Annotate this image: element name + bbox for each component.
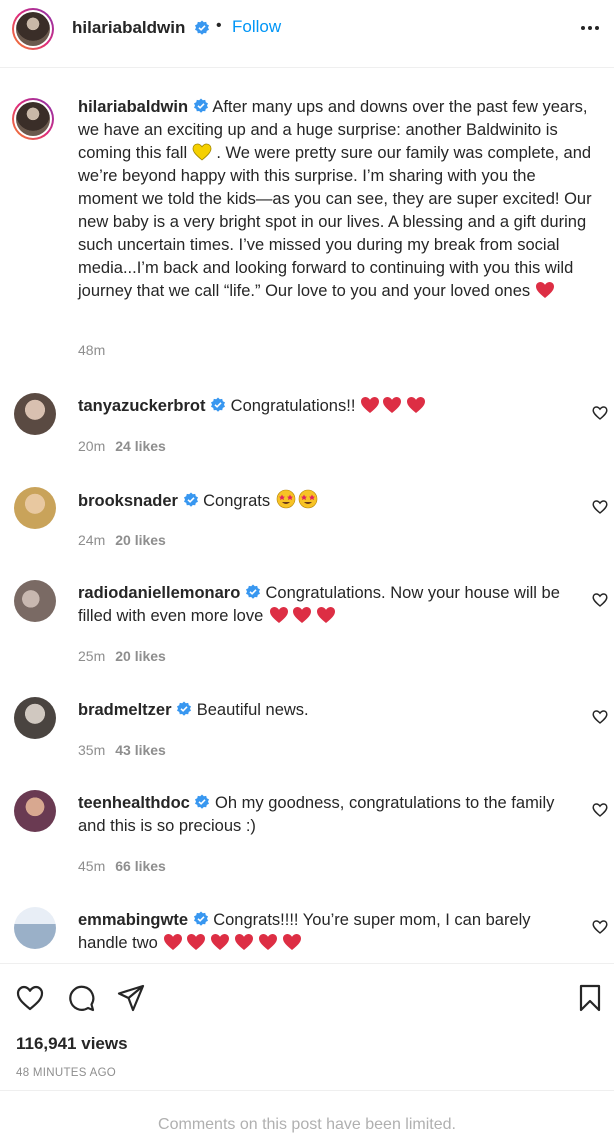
comment-text: tanyazuckerbrot Congratulations!! [78, 395, 578, 418]
comment-meta: 25m 20 likes [78, 648, 166, 664]
commenter-username[interactable]: teenhealthdoc [78, 794, 190, 812]
commenter-avatar[interactable] [14, 697, 56, 739]
comment-timestamp: 25m [78, 648, 106, 664]
comment-body: Congrats [203, 492, 271, 510]
author-username[interactable]: hilariabaldwin [72, 18, 185, 38]
verified-badge-icon [211, 397, 226, 412]
verified-badge-icon [193, 911, 208, 926]
separator-dot: • [216, 17, 222, 34]
verified-badge-icon [195, 20, 209, 35]
verified-badge-icon [183, 492, 198, 507]
caption-body-2: . We were pretty sure our family was com… [78, 144, 592, 300]
red-heart-icon [259, 934, 278, 950]
red-heart-icon [292, 607, 311, 623]
view-count[interactable]: 116,941 views [16, 1034, 128, 1054]
comment-bubble-icon[interactable] [67, 984, 95, 1012]
comment-timestamp: 20m [78, 438, 106, 454]
verified-badge-icon [245, 584, 260, 599]
like-heart-icon[interactable] [592, 592, 608, 608]
red-heart-icon [164, 934, 183, 950]
caption-text: hilariabaldwin After many ups and downs … [78, 96, 598, 303]
commenter-avatar[interactable] [14, 393, 56, 435]
comment-likes[interactable]: 43 likes [115, 742, 166, 758]
post-actions-bar: 116,941 views 48 MINUTES AGO Comments on… [0, 963, 614, 1143]
comment-timestamp: 45m [78, 858, 106, 874]
follow-button[interactable]: Follow [232, 17, 281, 37]
comments-limited-notice: Comments on this post have been limited. [0, 1090, 614, 1143]
comment-likes[interactable]: 20 likes [115, 532, 166, 548]
comment-meta: 24m 20 likes [78, 532, 166, 548]
caption-avatar[interactable] [12, 98, 54, 140]
commenter-username[interactable]: tanyazuckerbrot [78, 397, 205, 415]
share-paper-plane-icon[interactable] [117, 984, 145, 1012]
comment-likes[interactable]: 24 likes [115, 438, 166, 454]
comment-timestamp: 24m [78, 532, 106, 548]
comment-text: teenhealthdoc Oh my goodness, congratula… [78, 792, 578, 838]
verified-badge-icon [193, 98, 208, 113]
comment-meta: 20m 24 likes [78, 438, 166, 454]
bookmark-icon[interactable] [578, 984, 602, 1012]
comment-meta: 35m 43 likes [78, 742, 166, 758]
red-heart-icon [383, 397, 401, 413]
comment-likes[interactable]: 20 likes [115, 648, 166, 664]
more-options-icon[interactable] [578, 18, 602, 38]
red-heart-icon [407, 397, 425, 413]
comment-likes[interactable]: 66 likes [115, 858, 166, 874]
comment-text: bradmeltzer Beautiful news. [78, 699, 578, 722]
red-heart-icon [235, 934, 254, 950]
red-heart-icon [211, 934, 230, 950]
caption-timestamp: 48m [78, 342, 106, 358]
commenter-avatar[interactable] [14, 487, 56, 529]
like-heart-icon[interactable] [592, 405, 608, 421]
commenter-username[interactable]: radiodaniellemonaro [78, 584, 240, 602]
like-heart-icon[interactable] [592, 499, 608, 515]
comment-meta: 45m 66 likes [78, 858, 166, 874]
like-heart-icon[interactable] [16, 984, 44, 1012]
caption-username[interactable]: hilariabaldwin [78, 98, 188, 116]
comment-timestamp: 35m [78, 742, 106, 758]
star-struck-emoji-icon [276, 489, 295, 509]
red-heart-icon [316, 607, 335, 623]
author-avatar[interactable] [12, 8, 54, 50]
red-heart-icon [269, 607, 288, 623]
commenter-username[interactable]: brooksnader [78, 492, 178, 510]
comment-body: Congratulations!! [230, 397, 356, 415]
red-heart-icon [361, 397, 379, 413]
commenter-avatar[interactable] [14, 580, 56, 622]
yellow-heart-icon [192, 143, 212, 161]
comment-text: radiodaniellemonaro Congratulations. Now… [78, 582, 578, 628]
like-heart-icon[interactable] [592, 802, 608, 818]
verified-badge-icon [177, 701, 192, 716]
comment-text: emmabingwte Congrats!!!! You’re super mo… [78, 909, 578, 955]
red-heart-icon [187, 934, 206, 950]
commenter-avatar[interactable] [14, 790, 56, 832]
post-timestamp: 48 MINUTES AGO [16, 1067, 117, 1079]
comment-body: Beautiful news. [196, 701, 309, 719]
star-struck-emoji-icon [298, 489, 317, 509]
commenter-username[interactable]: bradmeltzer [78, 701, 172, 719]
like-heart-icon[interactable] [592, 919, 608, 935]
post-header: hilariabaldwin • Follow [0, 0, 614, 68]
like-heart-icon[interactable] [592, 709, 608, 725]
commenter-avatar[interactable] [14, 907, 56, 949]
verified-badge-icon [195, 794, 210, 809]
comment-text: brooksnader Congrats [78, 489, 578, 513]
red-heart-icon [283, 934, 302, 950]
commenter-username[interactable]: emmabingwte [78, 911, 188, 929]
red-heart-icon [535, 282, 554, 298]
